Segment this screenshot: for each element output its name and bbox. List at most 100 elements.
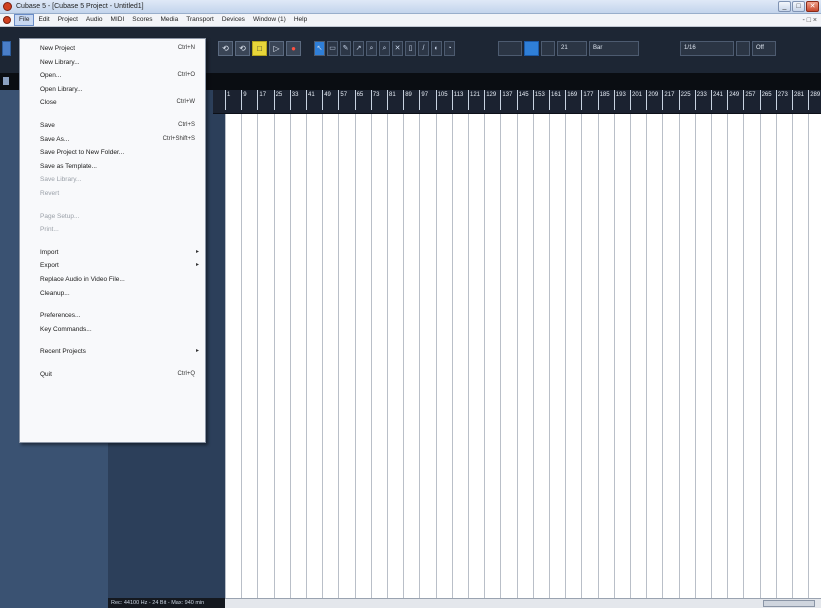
menu-item-label: Save Project to New Folder... [40,149,125,157]
close-button[interactable]: ✕ [806,1,819,12]
menu-file[interactable]: File [14,14,35,26]
menu-help[interactable]: Help [290,14,311,26]
minimize-button[interactable]: _ [778,1,791,12]
ruler-bar-number: 9 [240,90,247,110]
zoom-tool-icon[interactable]: ⌕ [366,41,377,56]
ruler-bar-number: 201 [629,90,643,110]
file-menu-item-save-project-to-new-folder[interactable]: Save Project to New Folder... [20,146,205,160]
menu-item-label: Revert [40,189,60,197]
maximize-button[interactable]: □ [792,1,805,12]
play-tool-icon[interactable]: ◔ [444,41,455,56]
menu-item-shortcut: Ctrl+S [178,121,195,128]
file-menu-item-import[interactable]: Import ▸ [20,246,205,260]
bar-grid-line [646,114,648,598]
menu-separator [20,201,205,210]
ruler-bar-number: 89 [403,90,412,110]
ruler-bar-number: 193 [613,90,626,110]
submenu-arrow-icon: ▸ [195,262,199,269]
ruler-bar-number: 185 [597,90,610,110]
menu-item-label: Close [40,99,57,107]
menu-bar: File Edit Project Audio MIDI Scores Medi… [0,14,821,27]
play-button[interactable]: ▷ [269,41,284,56]
file-menu-item-new-library[interactable]: New Library... [20,56,205,70]
mute-tool-icon[interactable]: ✕ [392,41,403,56]
menu-devices[interactable]: Devices [218,14,249,26]
cubase-app-icon[interactable] [3,2,12,11]
bar-grid-line [289,114,291,598]
bar-grid-line [516,114,518,598]
bar-grid-line [387,114,388,598]
ruler-bar-number: 217 [662,90,675,110]
snap-on-off-button[interactable] [524,41,539,56]
menu-separator [20,110,205,119]
bar-grid-line [549,114,550,598]
quantize-preset-field[interactable]: Bar [589,41,639,56]
ruler-bar-number: 73 [370,90,380,110]
time-warp-tool-icon[interactable]: ◐ [431,41,442,56]
grid-type-field[interactable]: 21 [557,41,587,56]
file-menu-item-cleanup[interactable]: Cleanup... [20,287,205,301]
snap-group: 21 Bar [498,41,639,57]
menu-scores[interactable]: Scores [128,14,156,26]
bar-grid-line [581,114,583,598]
window-title: Cubase 5 - [Cubase 5 Project - Untitled1… [16,3,144,10]
menu-item-label: Open Library... [40,85,83,93]
file-menu-item-preferences[interactable]: Preferences... [20,309,205,323]
menu-item-label: Quit [40,370,52,378]
glue-tool-icon[interactable]: / [418,41,429,56]
file-menu-item-recent-projects[interactable]: Recent Projects ▸ [20,345,205,359]
bar-ruler[interactable]: 1 9 17 25 33 41 49 57 65 73 81 89 97 105 113 121 129 137 1… [213,90,821,114]
ruler-bar-number: 105 [435,90,448,110]
file-menu-item-open[interactable]: Open... Ctrl+O [20,69,205,83]
range-tool-icon[interactable]: ▭ [327,41,338,56]
file-menu-item-open-library[interactable]: Open Library... [20,83,205,97]
object-selection-tool-icon[interactable]: ↖ [314,41,325,56]
split-tool-icon[interactable]: ▯ [405,41,416,56]
zoom-slider[interactable] [763,600,815,607]
file-menu-item-quit[interactable]: Quit Ctrl+Q [20,368,205,382]
draw-tool-icon[interactable]: ✎ [340,41,351,56]
cubase-menu-icon[interactable] [3,16,11,24]
record-button[interactable]: ● [286,41,301,56]
inspector-toggle-button[interactable] [2,41,11,56]
color-field[interactable] [736,41,750,56]
menu-item-shortcut: Ctrl+Shift+S [162,135,195,142]
file-menu-item-key-commands[interactable]: Key Commands... [20,323,205,337]
menu-audio[interactable]: Audio [82,14,107,26]
grid-off-field[interactable]: Off [752,41,776,56]
bar-grid-line [451,114,453,598]
menu-item-shortcut: Ctrl+O [177,72,195,79]
ruler-bar-number: 257 [743,90,756,110]
file-menu-item-save-as[interactable]: Save As... Ctrl+Shift+S [20,133,205,147]
bar-grid-line [775,114,777,598]
menu-media[interactable]: Media [157,14,183,26]
menu-edit[interactable]: Edit [34,14,53,26]
document-window-controls[interactable]: - □ × [802,17,817,24]
ruler-bar-number: 97 [419,90,429,110]
cycle-button[interactable]: ⟲ [235,41,250,56]
bar-grid-line [597,114,599,598]
menu-midi[interactable]: MIDI [107,14,129,26]
horizontal-scrollbar[interactable] [225,598,821,608]
file-menu-item-replace-audio-in-video-file[interactable]: Replace Audio in Video File... [20,273,205,287]
auto-scroll-field[interactable] [498,41,522,56]
file-menu-item-save-as-template[interactable]: Save as Template... [20,160,205,174]
line-tool-icon[interactable]: ↗ [353,41,364,56]
file-menu-item-close[interactable]: Close Ctrl+W [20,96,205,110]
event-display[interactable] [225,114,821,598]
file-menu-item-new-project[interactable]: New Project Ctrl+N [20,42,205,56]
bar-grid-line [435,114,437,598]
zoom-out-tool-icon[interactable]: ⌕ [379,41,390,56]
stop-button[interactable]: □ [252,41,267,56]
bar-grid-line [468,114,469,598]
go-to-start-button[interactable]: ⟲ [218,41,233,56]
menu-transport[interactable]: Transport [182,14,218,26]
menu-project[interactable]: Project [54,14,82,26]
file-menu-item-save[interactable]: Save Ctrl+S [20,119,205,133]
menu-window[interactable]: Window (1) [249,14,290,26]
file-menu-item-export[interactable]: Export ▸ [20,259,205,273]
bar-grid-line [225,114,226,598]
quantize-length-field[interactable]: 1/16 [680,41,734,56]
ruler-bar-number: 209 [646,90,659,110]
snap-mode-field[interactable] [541,41,555,56]
